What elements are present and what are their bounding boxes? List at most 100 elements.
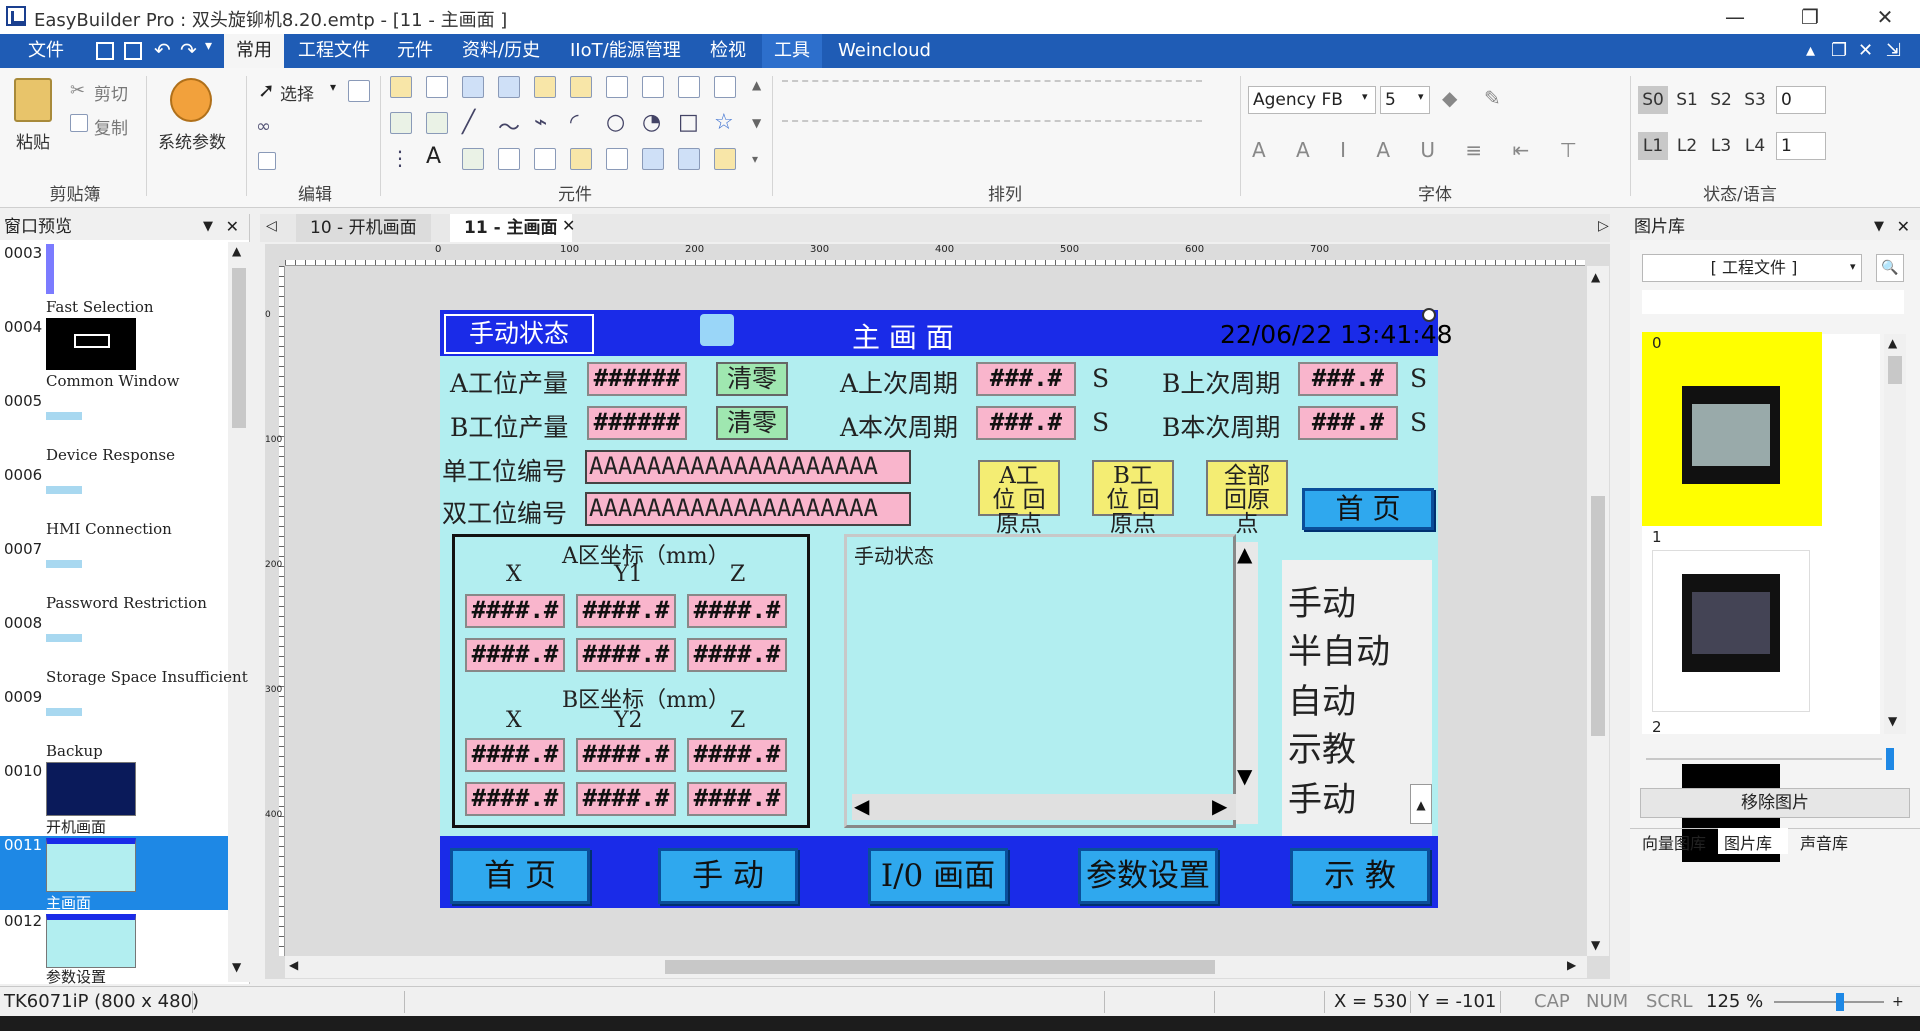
hmi-status-lamp[interactable]: [700, 314, 734, 346]
ribbon-collapse-icon[interactable]: ▴: [1800, 34, 1821, 68]
spline-icon[interactable]: ⌁: [534, 110, 547, 135]
paste-button[interactable]: 粘贴: [16, 128, 50, 153]
zoom-in-icon[interactable]: +: [1892, 987, 1904, 1017]
toggle-switch-icon[interactable]: [534, 76, 556, 98]
window-thumbnail[interactable]: [46, 914, 136, 968]
system-params-button[interactable]: 系统参数: [158, 128, 226, 153]
a-coord-z1[interactable]: ####.#: [687, 594, 787, 628]
preview-scroll-thumb[interactable]: [232, 268, 246, 428]
palette-scroll-down-icon[interactable]: ▼: [752, 116, 761, 130]
lang-l1[interactable]: L1: [1638, 132, 1668, 160]
window-name[interactable]: 开机画面: [46, 816, 106, 837]
menu-home[interactable]: 常用: [224, 34, 284, 68]
lang-l2[interactable]: L2: [1672, 132, 1702, 160]
nav-teach-button[interactable]: 示 教: [1290, 848, 1430, 904]
window-name[interactable]: Fast Selection: [46, 298, 154, 316]
thumbnail-size-slider[interactable]: [1646, 758, 1882, 760]
restore-button[interactable]: ❐: [1775, 0, 1845, 34]
thumbnail-size-handle[interactable]: [1886, 748, 1894, 770]
slide-switch-icon[interactable]: [678, 76, 700, 98]
scroll-down-icon[interactable]: ▼: [232, 960, 241, 974]
window-thumbnail[interactable]: [46, 708, 82, 716]
line-icon[interactable]: ╱: [462, 110, 475, 135]
lang-spinner[interactable]: 1: [1776, 132, 1826, 160]
list-scroll-right-icon[interactable]: ▶: [1212, 794, 1227, 818]
numeric-object-icon[interactable]: [390, 112, 412, 134]
link-icon[interactable]: ∞: [256, 116, 271, 137]
font-size-dropdown-icon[interactable]: ▾: [1418, 90, 1424, 103]
home-page-button[interactable]: 首 页: [1302, 488, 1434, 530]
list-scroll-down-icon[interactable]: ▼: [1237, 764, 1252, 788]
b-station-output-value[interactable]: ######: [587, 406, 687, 440]
copy-button[interactable]: 复制: [94, 114, 128, 139]
b-coord-z1[interactable]: ####.#: [687, 738, 787, 772]
window-name[interactable]: HMI Connection: [46, 520, 172, 538]
numeric-display-icon[interactable]: [462, 76, 484, 98]
minimize-button[interactable]: —: [1700, 0, 1770, 34]
b-station-home-button[interactable]: B工位 回原点: [1092, 460, 1174, 536]
a-last-cycle-value[interactable]: ###.#: [976, 362, 1076, 396]
star-icon[interactable]: ☆: [714, 110, 734, 135]
scroll-right-icon[interactable]: ▶: [1567, 958, 1576, 972]
tab-startup-screen[interactable]: 10 - 开机画面: [296, 214, 431, 242]
picture-icon[interactable]: [462, 148, 484, 170]
panel-dropdown-icon[interactable]: ▼: [1874, 214, 1884, 240]
menu-tools[interactable]: 工具: [762, 34, 822, 68]
circle-icon[interactable]: ○: [606, 110, 625, 135]
select-arrow-icon[interactable]: ➚: [258, 78, 275, 102]
menu-objects[interactable]: 元件: [385, 34, 445, 68]
menu-iiot[interactable]: IIoT/能源管理: [558, 34, 693, 68]
a-station-home-button[interactable]: A工位 回原点: [978, 460, 1060, 536]
canvas-horizontal-scrollbar[interactable]: ◀ ▶: [285, 956, 1587, 978]
window-name[interactable]: Backup: [46, 742, 103, 760]
library-search-icon[interactable]: 🔍: [1876, 254, 1904, 282]
window-thumbnail[interactable]: [46, 412, 82, 420]
library-source-select[interactable]: [ 工程文件 ]: [1642, 254, 1862, 282]
doc-restore-icon[interactable]: ❐: [1825, 34, 1853, 68]
window-thumbnail[interactable]: [46, 838, 136, 892]
scroll-up-icon[interactable]: ▲: [1888, 336, 1897, 350]
remove-picture-button[interactable]: 移除图片: [1640, 788, 1910, 818]
save-all-icon[interactable]: [124, 42, 142, 60]
nav-parameters-button[interactable]: 参数设置: [1078, 848, 1218, 904]
hmi-main-screen[interactable]: 手动状态 主 画 面 22/06/22 13:41:48 A工位产量 #####…: [440, 308, 1453, 908]
mode-option[interactable]: 手动: [1288, 772, 1356, 821]
paint-icon[interactable]: ◆: [1442, 86, 1457, 110]
list-scroll-up-icon[interactable]: ▲: [1237, 542, 1252, 566]
table-object-icon[interactable]: [714, 76, 736, 98]
pie-icon[interactable]: ◔: [642, 110, 661, 135]
window-thumbnail[interactable]: [46, 634, 82, 642]
lamp-icon[interactable]: [570, 148, 592, 170]
scroll-down-icon[interactable]: ▼: [1591, 938, 1600, 952]
tab-vector-library[interactable]: 向量图库: [1642, 830, 1706, 854]
mode-option[interactable]: 示教: [1288, 722, 1356, 771]
font-name-select[interactable]: Agency FB: [1248, 86, 1376, 114]
panel-close-icon[interactable]: ✕: [1897, 214, 1910, 240]
b-last-cycle-value[interactable]: ###.#: [1298, 362, 1398, 396]
menu-data-history[interactable]: 资料/历史: [450, 34, 552, 68]
group-select-icon[interactable]: [348, 80, 370, 102]
state-s3[interactable]: S3: [1740, 86, 1770, 114]
numeric-input-icon[interactable]: [498, 76, 520, 98]
mode-option[interactable]: 自动: [1288, 674, 1356, 723]
palette-scroll-up-icon[interactable]: ▲: [752, 78, 761, 92]
arc-icon[interactable]: ◜: [570, 110, 579, 135]
a-coord-y2[interactable]: ####.#: [576, 638, 676, 672]
bit-lamp-icon[interactable]: [390, 76, 412, 98]
function-key-icon[interactable]: [570, 76, 592, 98]
align-icons-row[interactable]: [782, 80, 1202, 104]
tab-close-icon[interactable]: ✕: [562, 216, 575, 235]
font-style-icons[interactable]: A A I A U ≡ ⇤ ⊤: [1252, 138, 1589, 162]
state-s0[interactable]: S0: [1638, 86, 1668, 114]
text-icon[interactable]: A: [426, 144, 441, 169]
indicator-icon[interactable]: [606, 148, 628, 170]
zoom-slider-handle[interactable]: [1836, 993, 1844, 1011]
nav-home-button[interactable]: 首 页: [450, 848, 590, 904]
clear-format-icon[interactable]: ✎: [1484, 86, 1501, 110]
menu-project[interactable]: 工程文件: [286, 34, 382, 68]
palette-expand-icon[interactable]: ▾: [752, 152, 758, 166]
tabs-right-arrow-icon[interactable]: ▷: [1598, 218, 1609, 234]
b-current-cycle-value[interactable]: ###.#: [1298, 406, 1398, 440]
state-spinner[interactable]: 0: [1776, 86, 1826, 114]
window-name[interactable]: 主画面: [46, 892, 91, 913]
